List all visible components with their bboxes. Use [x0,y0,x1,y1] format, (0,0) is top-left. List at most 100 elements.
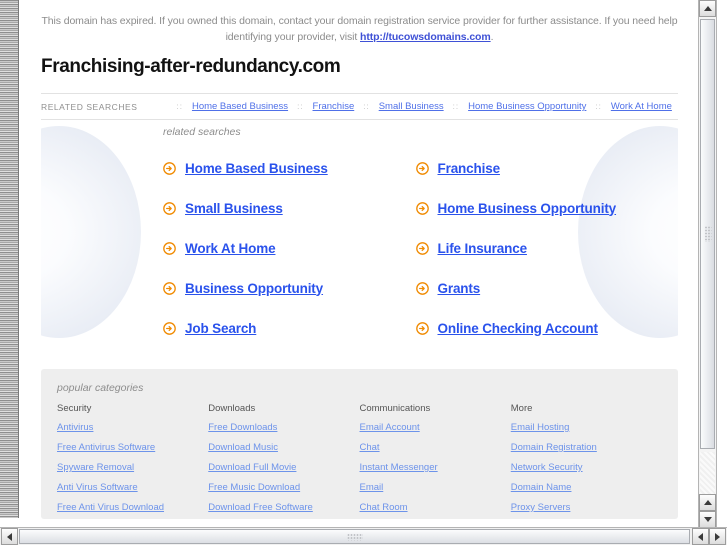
decorative-blob-left [41,126,141,338]
related-searches-panel: related searches Home Based Business Sma… [41,120,678,355]
category-link[interactable]: Domain Registration [511,442,662,453]
category-link[interactable]: Chat Room [360,502,511,513]
category-column-more: More Email Hosting Domain Registration N… [511,403,662,522]
vertical-scrollbar[interactable] [698,0,717,528]
category-column-downloads: Downloads Free Downloads Download Music … [208,403,359,522]
category-title: More [510,403,533,414]
related-search-link[interactable]: Work At Home [185,241,276,256]
scroll-left-button[interactable] [1,528,18,545]
list-item[interactable]: Work At Home [163,228,416,268]
category-link[interactable]: Instant Messenger [360,462,511,473]
horizontal-scrollbar[interactable] [0,527,727,545]
related-searches-columns: Home Based Business Small Business Work … [163,148,668,348]
browser-viewport: This domain has expired. If you owned th… [0,0,727,545]
category-link[interactable]: Free Downloads [208,422,359,433]
category-link[interactable]: Free Music Download [208,482,359,493]
category-link[interactable]: Download Free Software [208,502,359,513]
list-item[interactable]: Job Search [163,308,416,348]
list-item[interactable]: Online Checking Account [415,308,669,348]
triangle-up-icon [703,6,712,11]
category-link[interactable]: Chat [360,442,511,453]
navbar-link-work-at-home[interactable]: Work At Home [611,101,672,112]
list-item[interactable]: Home Business Opportunity [415,188,669,228]
arrow-circle-right-icon [415,201,429,215]
category-link[interactable]: Spyware Removal [57,462,208,473]
related-search-link[interactable]: Business Opportunity [185,281,323,296]
list-item[interactable]: Grants [415,268,669,308]
arrow-circle-right-icon [163,281,176,295]
page-title: Franchising-after-redundancy.com [41,56,341,77]
scroll-up-secondary-button[interactable] [699,494,716,511]
category-link[interactable]: Email [360,482,511,493]
related-search-link[interactable]: Online Checking Account [438,321,598,336]
list-item[interactable]: Small Business [163,188,416,228]
category-title: Communications [359,403,431,414]
domain-expired-notice: This domain has expired. If you owned th… [19,0,700,45]
category-title: Security [57,403,92,414]
vertical-scrollbar-track[interactable] [700,452,715,494]
popular-categories-panel: popular categories Security Antivirus Fr… [41,369,678,519]
horizontal-scrollbar-thumb[interactable] [19,529,690,544]
navbar-label: RELATED SEARCHES [41,101,138,112]
related-search-link[interactable]: Life Insurance [438,241,528,256]
related-searches-left-column: Home Based Business Small Business Work … [163,148,416,348]
category-link[interactable]: Domain Name [511,482,662,493]
related-searches-heading: related searches [163,126,241,138]
category-link[interactable]: Download Full Movie [208,462,359,473]
web-page-content: This domain has expired. If you owned th… [19,0,700,528]
related-searches-navbar: RELATED SEARCHES :: Home Based Business … [41,93,678,120]
navbar-link-small-business[interactable]: Small Business [379,101,444,112]
category-link[interactable]: Free Anti Virus Download [57,502,208,513]
category-column-communications: Communications Email Account Chat Instan… [360,403,511,522]
arrow-circle-right-icon [415,241,429,255]
category-column-security: Security Antivirus Free Antivirus Softwa… [57,403,208,522]
related-searches-right-column: Franchise Home Business Opportunity Life… [415,148,669,348]
related-search-link[interactable]: Grants [438,281,481,296]
category-link[interactable]: Email Hosting [511,422,662,433]
category-link[interactable]: Download Music [208,442,359,453]
navbar-link-home-business-opportunity[interactable]: Home Business Opportunity [468,101,586,112]
related-search-link[interactable]: Franchise [438,161,501,176]
arrow-circle-right-icon [163,161,176,175]
scrollbar-grip-icon [704,226,711,242]
scrollbar-grip-icon [346,533,363,540]
category-link[interactable]: Anti Virus Software [57,482,208,493]
category-link[interactable]: Antivirus [57,422,208,433]
list-item[interactable]: Home Based Business [163,148,416,188]
popular-categories-heading: popular categories [57,382,144,394]
triangle-left-icon [7,532,12,541]
triangle-up-icon [703,500,712,505]
scroll-left-secondary-button[interactable] [692,528,709,545]
triangle-right-icon [715,532,720,541]
arrow-circle-right-icon [163,201,176,215]
category-link[interactable]: Network Security [511,462,662,473]
arrow-circle-right-icon [415,161,429,175]
nav-separator: :: [297,102,304,111]
related-search-link[interactable]: Home Business Opportunity [438,201,617,216]
navbar-link-franchise[interactable]: Franchise [313,101,355,112]
vertical-scrollbar-thumb[interactable] [700,19,715,449]
scroll-right-button[interactable] [709,528,726,545]
scroll-up-button[interactable] [699,0,716,17]
category-link[interactable]: Email Account [360,422,511,433]
list-item[interactable]: Life Insurance [415,228,669,268]
category-title: Downloads [208,403,256,414]
category-link[interactable]: Free Antivirus Software [57,442,208,453]
arrow-circle-right-icon [163,241,176,255]
popular-categories-columns: Security Antivirus Free Antivirus Softwa… [57,403,662,522]
triangle-left-icon [698,532,703,541]
related-search-link[interactable]: Job Search [185,321,256,336]
related-search-link[interactable]: Small Business [185,201,283,216]
arrow-circle-right-icon [415,321,429,335]
nav-separator: :: [176,102,183,111]
scroll-down-button[interactable] [699,511,716,528]
triangle-down-icon [703,517,712,522]
list-item[interactable]: Franchise [415,148,669,188]
navbar-link-home-based-business[interactable]: Home Based Business [192,101,288,112]
list-item[interactable]: Business Opportunity [163,268,416,308]
arrow-circle-right-icon [163,321,176,335]
related-search-link[interactable]: Home Based Business [185,161,328,176]
nav-separator: :: [595,102,602,111]
tucows-domains-link[interactable]: http://tucowsdomains.com [360,31,491,43]
category-link[interactable]: Proxy Servers [511,502,662,513]
